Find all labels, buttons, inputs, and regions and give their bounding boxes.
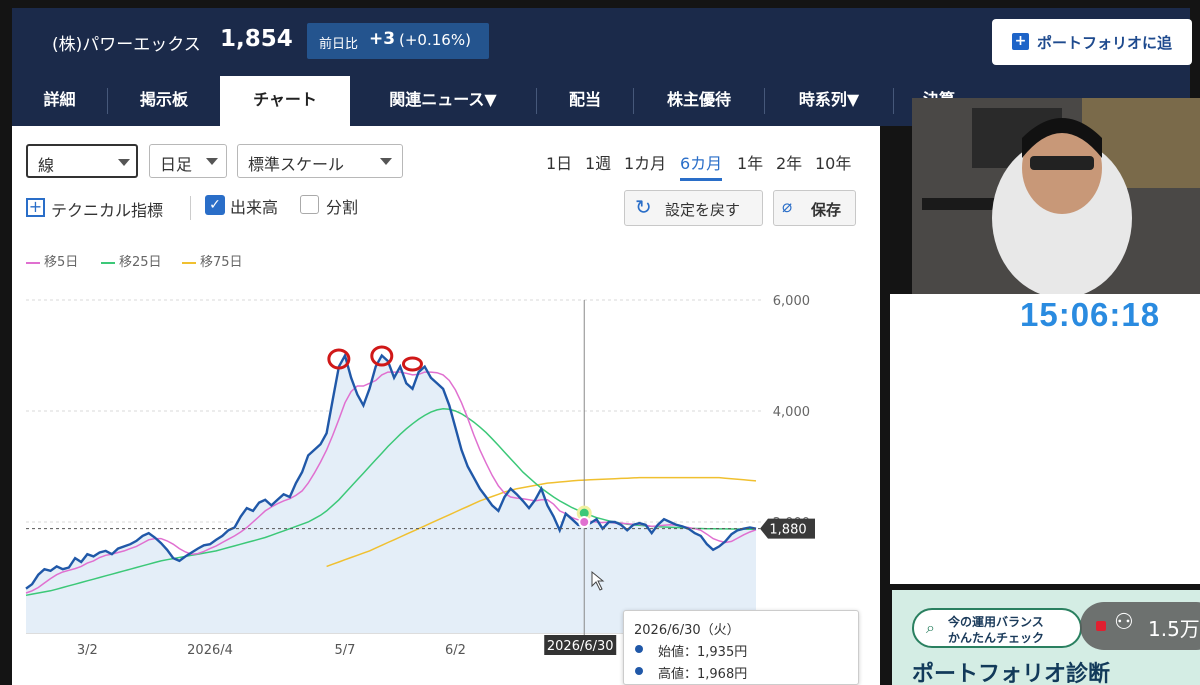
webcam-overlay [912,98,1200,294]
tooltip-open: 始値：1,935円 [658,645,748,660]
price-area [26,355,756,633]
crosshair-dot-ma5 [578,516,591,528]
x-tick-label: 3/2 [77,643,98,658]
viewer-count: 1.5万 [1148,617,1200,641]
tooltip-high: 高値：1,968円 [658,667,748,682]
price-tooltip: 2026/6/30（火） 始値：1,935円 高値：1,968円 [623,610,859,685]
side-panel [890,336,1200,584]
x-tick-label: 6/2 [445,643,466,658]
annotation-circle [401,356,423,372]
x-tick-label: 2026/4 [187,643,233,658]
streamer-image [912,98,1200,294]
ad-subtitle: かんたんチェック [948,631,1045,645]
stream-clock: 15:06:18 [1020,296,1161,333]
user-icon: ⚇ [1114,610,1134,635]
last-price-label: 1,880 [769,523,806,538]
tooltip-dot [635,667,643,675]
viewer-count-badge: ⚇ 1.5万 [1080,602,1200,650]
y-tick-label: 4,000 [773,405,810,420]
ad-bubble: ⌕ 今の運用バランス かんたんチェック [912,608,1082,648]
x-tick-label: 5/7 [335,643,356,658]
search-icon: ⌕ [926,618,935,637]
ad-title: 今の運用バランス [948,615,1044,629]
tooltip-date: 2026/6/30（火） [634,623,740,638]
ad-headline: ポートフォリオ診断 [912,662,1111,685]
crosshair-date-label: 2026/6/30 [547,639,614,654]
tooltip-dot [635,645,643,653]
live-indicator-icon [1096,621,1106,631]
y-tick-label: 6,000 [773,294,810,309]
